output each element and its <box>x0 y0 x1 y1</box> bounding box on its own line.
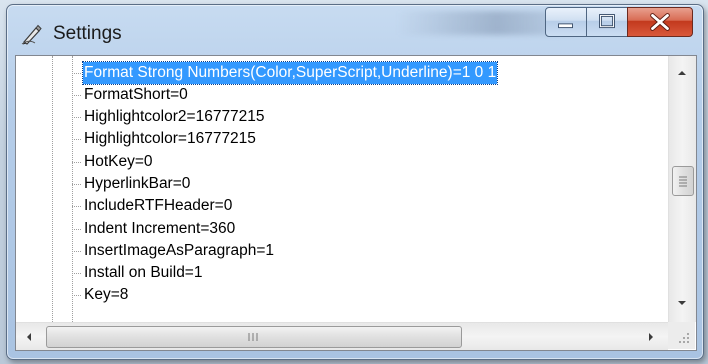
tree-connector <box>72 95 81 96</box>
settings-window: Settings Format Strong Numbers(Color,Sup… <box>6 4 704 360</box>
tree-connector <box>72 295 81 296</box>
minimize-button[interactable] <box>545 7 587 37</box>
tree-item-label: HyperlinkBar=0 <box>84 175 191 192</box>
tree-connector <box>72 184 81 185</box>
tree-connector <box>72 206 81 207</box>
tree-connector <box>72 139 81 140</box>
scroll-up-arrow-icon[interactable] <box>675 68 689 78</box>
resize-grip-icon <box>679 333 689 343</box>
tree-connector <box>72 162 81 163</box>
grip-lines-icon <box>679 176 687 187</box>
resize-grip[interactable] <box>668 322 695 349</box>
close-button[interactable] <box>627 7 693 37</box>
scroll-left-arrow-icon[interactable] <box>24 330 34 344</box>
tree-connector <box>72 273 81 274</box>
tree-item-label: Key=8 <box>84 286 129 303</box>
close-icon <box>650 13 670 31</box>
scroll-right-arrow-icon[interactable] <box>646 330 656 344</box>
tree-list[interactable]: Format Strong Numbers(Color,SuperScript,… <box>16 56 668 322</box>
tree-item-label: Indent Increment=360 <box>84 220 236 237</box>
grip-lines-icon <box>248 333 258 341</box>
pen-icon <box>21 24 42 45</box>
maximize-icon <box>599 14 615 29</box>
scroll-down-arrow-icon[interactable] <box>675 298 689 308</box>
vertical-scroll-thumb[interactable] <box>672 166 694 196</box>
tree-item-label: HotKey=0 <box>84 153 153 170</box>
tree-item-label: Install on Build=1 <box>84 264 203 281</box>
tree-connector <box>72 251 81 252</box>
tree-item-label: InsertImageAsParagraph=1 <box>84 242 274 259</box>
vertical-scrollbar[interactable] <box>668 56 696 322</box>
tree-item-label: Format Strong Numbers(Color,SuperScript,… <box>81 61 499 85</box>
tree-item-label: Highlightcolor2=16777215 <box>84 108 265 125</box>
minimize-icon <box>558 23 573 29</box>
tree-connector <box>72 229 81 230</box>
tree-guide-line <box>52 56 53 322</box>
horizontal-scrollbar[interactable] <box>16 322 668 350</box>
tree-connector <box>72 73 81 74</box>
tree-item-label: FormatShort=0 <box>84 86 188 103</box>
tree-connector <box>72 117 81 118</box>
horizontal-scroll-thumb[interactable] <box>46 326 462 348</box>
tree-item-label: IncludeRTFHeader=0 <box>84 197 233 214</box>
maximize-button[interactable] <box>586 7 628 37</box>
window-title: Settings <box>53 23 122 44</box>
tree-item-label: Highlightcolor=16777215 <box>84 130 256 147</box>
title-bar[interactable]: Settings <box>7 5 703 55</box>
settings-tree-view[interactable]: Format Strong Numbers(Color,SuperScript,… <box>15 55 697 351</box>
